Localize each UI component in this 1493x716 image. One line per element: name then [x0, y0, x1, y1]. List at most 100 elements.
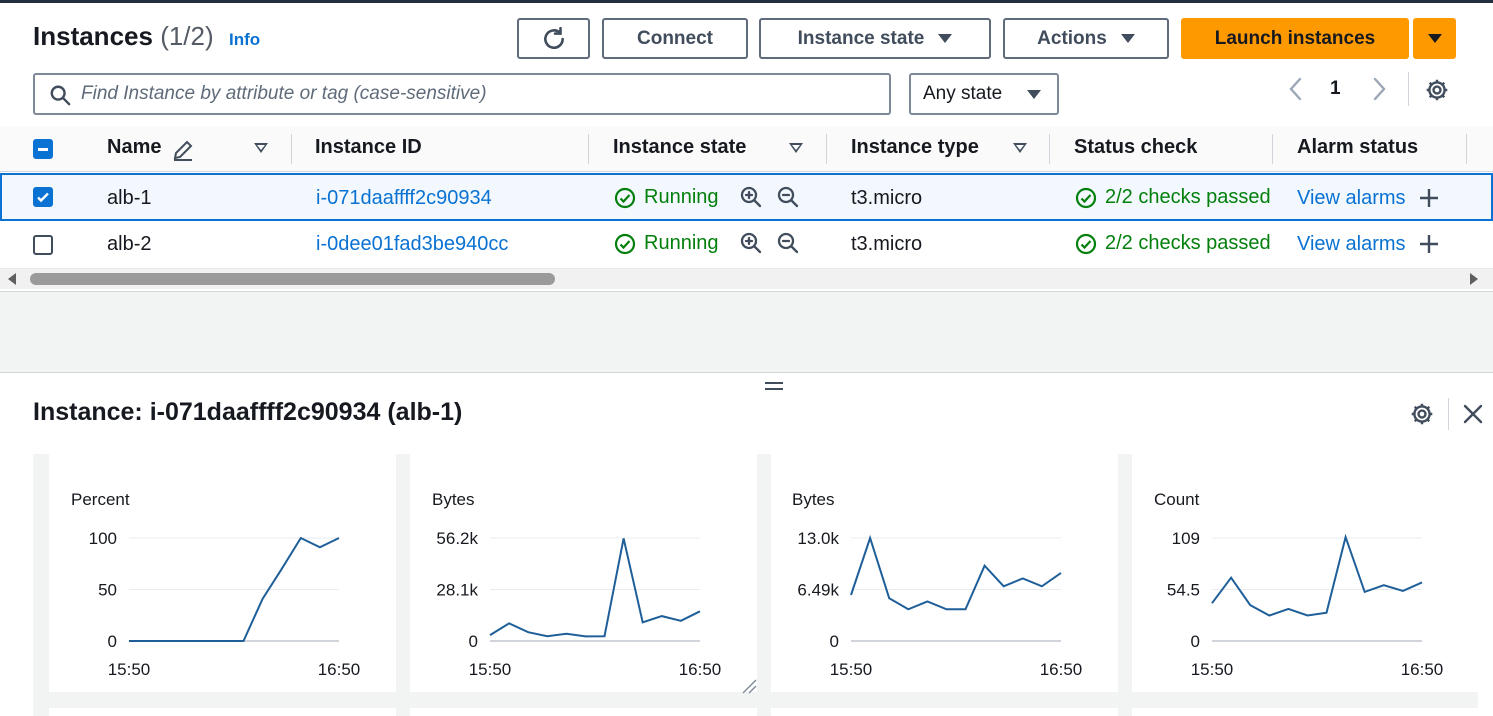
- column-header-alarm-status[interactable]: Alarm status: [1297, 136, 1418, 159]
- scroll-left-arrow-icon[interactable]: [8, 273, 16, 285]
- connect-button[interactable]: Connect: [602, 18, 748, 59]
- view-alarms-link[interactable]: View alarms: [1297, 187, 1406, 210]
- refresh-button[interactable]: [517, 18, 590, 59]
- y-tick-label: 50: [98, 581, 117, 600]
- sort-caret-icon[interactable]: [789, 143, 803, 153]
- metric-card: [49, 708, 396, 716]
- metric-card: [410, 708, 757, 716]
- metric-chart[interactable]: 100 50 0 15:50 16:50: [49, 520, 396, 690]
- column-header-name[interactable]: Name: [107, 136, 161, 159]
- check-circle-icon: [614, 187, 636, 208]
- title-text: Instances: [33, 21, 153, 51]
- column-separator[interactable]: [1466, 134, 1467, 164]
- scrollbar-thumb[interactable]: [30, 273, 555, 285]
- series-line: [1211, 533, 1423, 617]
- x-tick-label: 15:50: [830, 660, 873, 679]
- select-all-checkbox[interactable]: [33, 139, 53, 159]
- connect-label: Connect: [637, 27, 713, 49]
- actions-button[interactable]: Actions: [1003, 18, 1169, 59]
- column-label: Alarm status: [1297, 136, 1419, 158]
- table-header: Name Instance ID Instance state Instance…: [0, 126, 1493, 172]
- sort-caret-icon[interactable]: [254, 143, 268, 153]
- y-tick-label: 6.49k: [797, 581, 839, 600]
- edit-pencil-icon[interactable]: [171, 138, 195, 162]
- x-tick-label: 15:50: [469, 660, 512, 679]
- instance-type: t3.micro: [851, 187, 923, 209]
- state-label: Running: [644, 232, 719, 254]
- column-header-instance-state[interactable]: Instance state: [613, 136, 746, 159]
- column-separator[interactable]: [826, 134, 827, 164]
- column-separator[interactable]: [1049, 134, 1050, 164]
- zoom-in-icon[interactable]: [739, 231, 763, 255]
- column-separator[interactable]: [588, 134, 589, 164]
- chart-unit-label: Bytes: [432, 490, 475, 509]
- sort-caret-icon[interactable]: [1013, 143, 1027, 153]
- y-tick-label: 56.2k: [436, 529, 478, 548]
- instance-state-button[interactable]: Instance state: [759, 18, 991, 59]
- plus-icon[interactable]: [1418, 187, 1440, 209]
- chevron-left-icon[interactable]: [1285, 76, 1307, 102]
- metric-chart[interactable]: 109 54.5 0 15:50 16:50: [1132, 520, 1479, 690]
- search-box[interactable]: [33, 73, 891, 115]
- launch-dropdown-button[interactable]: [1413, 18, 1456, 59]
- x-tick-label: 16:50: [1040, 660, 1083, 679]
- page-number[interactable]: 1: [1330, 78, 1341, 100]
- column-label: Status check: [1074, 136, 1198, 158]
- y-tick-label: 0: [830, 632, 839, 651]
- zoom-out-icon[interactable]: [776, 231, 800, 255]
- gear-icon[interactable]: [1424, 77, 1450, 103]
- series-line: [489, 538, 701, 638]
- checkmark-icon: [37, 192, 49, 203]
- state-filter-select[interactable]: Any state: [909, 73, 1059, 115]
- metric-chart[interactable]: 56.2k 28.1k 0 15:50 16:50: [410, 520, 757, 690]
- caret-down-icon: [1120, 34, 1135, 43]
- table-row[interactable]: alb-2 i-0dee01fad3be940cc Running t3.mic…: [0, 221, 1493, 269]
- scroll-right-arrow-icon[interactable]: [1470, 273, 1478, 285]
- resize-grip-icon[interactable]: [741, 678, 757, 694]
- instance-name: alb-1: [107, 187, 152, 209]
- status-check: 2/2 checks passed: [1075, 232, 1271, 255]
- y-tick-label: 0: [1191, 632, 1200, 651]
- metric-card: [771, 708, 1118, 716]
- actions-label: Actions: [1037, 27, 1107, 49]
- row-checkbox[interactable]: [33, 187, 53, 207]
- zoom-in-icon[interactable]: [739, 185, 763, 209]
- table-row[interactable]: alb-1 i-071daaffff2c90934 Running t3.mic…: [0, 173, 1493, 221]
- chart-unit-label: Percent: [71, 490, 130, 509]
- top-border: [0, 0, 1493, 3]
- row-checkbox[interactable]: [33, 235, 53, 255]
- refresh-icon: [543, 26, 564, 49]
- y-tick-label: 0: [469, 632, 478, 651]
- instance-id-link[interactable]: i-071daaffff2c90934: [316, 187, 492, 210]
- column-header-instance-type[interactable]: Instance type: [851, 136, 979, 159]
- plus-icon[interactable]: [1418, 233, 1440, 255]
- chart-unit-label: Count: [1154, 490, 1200, 509]
- panel-title: Instance: i-071daaffff2c90934 (alb-1): [33, 398, 463, 426]
- gear-icon[interactable]: [1409, 401, 1435, 427]
- panel-resize-handle-icon[interactable]: [765, 382, 783, 396]
- launch-instances-button[interactable]: Launch instances: [1181, 18, 1409, 59]
- column-separator[interactable]: [291, 134, 292, 164]
- search-icon: [50, 85, 71, 106]
- series-line: [850, 534, 1062, 611]
- column-header-status-check[interactable]: Status check: [1074, 136, 1197, 159]
- check-circle-icon: [614, 233, 636, 254]
- instance-id-link[interactable]: i-0dee01fad3be940cc: [316, 233, 508, 256]
- metric-chart[interactable]: 13.0k 6.49k 0 15:50 16:50: [771, 520, 1118, 690]
- y-tick-label: 13.0k: [797, 529, 839, 548]
- chevron-right-icon[interactable]: [1368, 76, 1390, 102]
- y-tick-label: 28.1k: [436, 581, 478, 600]
- info-link[interactable]: Info: [229, 30, 260, 50]
- column-separator[interactable]: [1272, 134, 1273, 164]
- instance-state-label: Instance state: [797, 27, 925, 49]
- search-input[interactable]: [81, 79, 871, 109]
- zoom-out-icon[interactable]: [776, 185, 800, 209]
- status-label: 2/2 checks passed: [1105, 232, 1271, 254]
- close-icon[interactable]: [1462, 403, 1484, 425]
- status-label: 2/2 checks passed: [1105, 186, 1271, 208]
- selection-count: (1/2): [160, 21, 214, 51]
- column-label: Instance state: [613, 136, 747, 158]
- view-alarms-link[interactable]: View alarms: [1297, 233, 1406, 256]
- column-header-instance-id[interactable]: Instance ID: [315, 136, 422, 159]
- check-circle-icon: [1075, 187, 1097, 208]
